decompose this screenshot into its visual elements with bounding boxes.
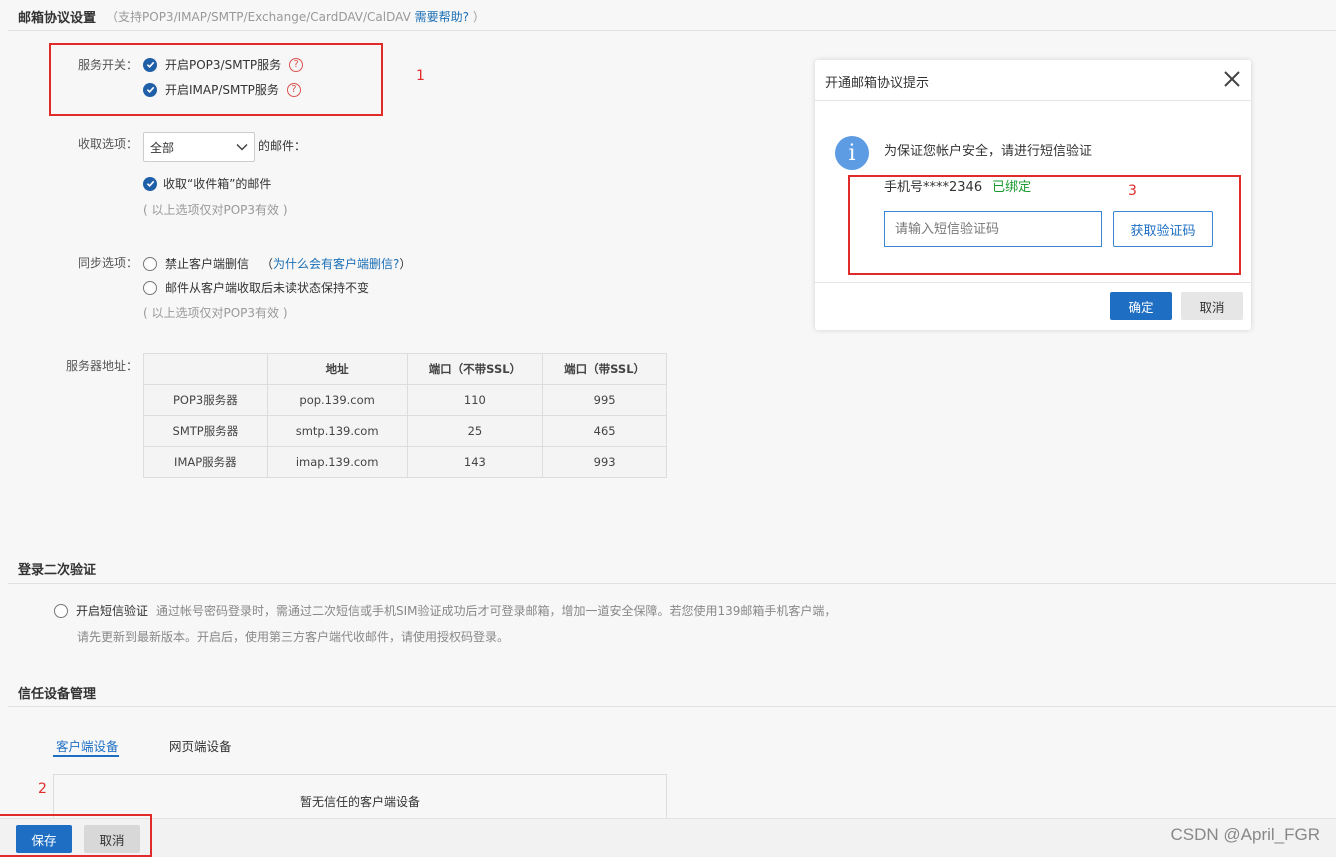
trusted-devices-title: 信任设备管理: [18, 687, 97, 702]
modal-cancel-button[interactable]: 取消: [1181, 292, 1243, 320]
table-cell: POP3服务器: [143, 384, 268, 416]
modal-message: 为保证您帐户安全，请进行短信验证: [884, 144, 1093, 159]
footer-bar: [0, 818, 1336, 857]
chevron-down-icon: [236, 143, 248, 151]
section-subtitle: （支持POP3/IMAP/SMTP/Exchange/CardDAV/CalDA…: [106, 8, 485, 25]
sms-verify-radio[interactable]: 开启短信验证 通过帐号密码登录时，需通过二次短信或手机SIM验证成功后才可登录邮…: [54, 602, 836, 619]
table-row: SMTP服务器 smtp.139.com 25 465: [143, 415, 667, 447]
keep-unread-label: 邮件从客户端收取后未读状态保持不变: [165, 281, 370, 295]
table-cell: IMAP服务器: [143, 446, 268, 478]
select-value: 全部: [150, 140, 175, 155]
modal-footer-divider: [815, 282, 1251, 283]
checked-icon[interactable]: [143, 176, 157, 191]
receive-note: ( 以上选项仅对POP3有效 ): [143, 203, 288, 217]
confirm-button[interactable]: 确定: [1110, 292, 1172, 320]
tab-client-devices[interactable]: 客户端设备: [56, 736, 119, 755]
table-row: IMAP服务器 imap.139.com 143 993: [143, 446, 667, 478]
keep-unread-radio[interactable]: 邮件从客户端收取后未读状态保持不变: [143, 279, 369, 296]
column-header: [143, 353, 268, 385]
disable-delete-label: 禁止客户端删信: [165, 257, 250, 271]
why-link-wrap: （为什么会有客户端删信?）: [261, 255, 411, 272]
receive-scope-select[interactable]: 全部: [143, 132, 255, 162]
annotation-box-1: [49, 43, 383, 116]
sms-verify-desc-2: 请先更新到最新版本。开启后，使用第三方客户端代收邮件，请使用授权码登录。: [77, 630, 510, 644]
disable-delete-radio[interactable]: 禁止客户端删信 （为什么会有客户端删信?）: [143, 255, 411, 272]
table-cell: smtp.139.com: [266, 415, 408, 447]
sync-note: ( 以上选项仅对POP3有效 ): [143, 306, 288, 320]
annotation-number-1: 1: [416, 68, 425, 84]
inbox-checkbox[interactable]: 收取“收件箱”的邮件: [143, 175, 271, 192]
annotation-number-3: 3: [1128, 183, 1137, 199]
radio-icon[interactable]: [143, 280, 157, 295]
table-cell: 993: [542, 446, 667, 478]
table-cell: imap.139.com: [266, 446, 408, 478]
active-tab-underline: [53, 755, 119, 757]
inbox-checkbox-label: 收取“收件箱”的邮件: [163, 177, 272, 191]
annotation-box-2: [0, 814, 152, 857]
receive-options-label: 收取选项：: [78, 137, 139, 151]
subtitle-text: （支持POP3/IMAP/SMTP/Exchange/CardDAV/CalDA…: [106, 10, 411, 24]
paren-close: ）: [399, 257, 412, 271]
table-cell: 995: [542, 384, 667, 416]
section-title: 邮箱协议设置: [18, 11, 97, 26]
info-icon: i: [835, 136, 869, 170]
table-cell: 465: [542, 415, 667, 447]
section-divider: [8, 583, 1336, 584]
paren-open: （: [261, 257, 274, 271]
radio-icon[interactable]: [143, 256, 157, 271]
modal-title: 开通邮箱协议提示: [825, 76, 930, 91]
table-cell: 110: [406, 384, 544, 416]
close-icon[interactable]: [1221, 68, 1243, 90]
table-cell: 143: [406, 446, 544, 478]
why-delete-link[interactable]: 为什么会有客户端删信?: [273, 257, 399, 271]
annotation-box-3: [848, 175, 1241, 275]
column-header: 地址: [266, 353, 408, 385]
column-header: 端口（带SSL）: [542, 353, 667, 385]
table-cell: 25: [406, 415, 544, 447]
two-step-title: 登录二次验证: [18, 563, 97, 578]
sms-verify-desc-1: 通过帐号密码登录时，需通过二次短信或手机SIM验证成功后才可登录邮箱，增加一道安…: [156, 604, 837, 618]
modal-header-divider: [815, 100, 1251, 101]
table-cell: SMTP服务器: [143, 415, 268, 447]
protocol-section-header: 邮箱协议设置 （支持POP3/IMAP/SMTP/Exchange/CardDA…: [18, 7, 485, 26]
table-header-row: 地址 端口（不带SSL） 端口（带SSL）: [143, 353, 667, 385]
sms-verify-label: 开启短信验证: [76, 604, 149, 618]
annotation-number-2: 2: [38, 781, 47, 797]
empty-devices-text: 暂无信任的客户端设备: [299, 795, 420, 809]
table-cell: pop.139.com: [266, 384, 408, 416]
section-divider: [8, 30, 1336, 31]
select-suffix: 的邮件：: [258, 139, 307, 153]
server-table: 地址 端口（不带SSL） 端口（带SSL） POP3服务器 pop.139.co…: [143, 353, 667, 478]
server-address-label: 服务器地址：: [66, 359, 139, 373]
subtitle-suffix: ）: [472, 10, 485, 24]
section-divider: [8, 706, 1336, 707]
sync-options-label: 同步选项：: [78, 256, 139, 270]
table-row: POP3服务器 pop.139.com 110 995: [143, 384, 667, 416]
tab-web-devices[interactable]: 网页端设备: [169, 736, 232, 755]
radio-icon[interactable]: [54, 603, 68, 618]
column-header: 端口（不带SSL）: [406, 353, 544, 385]
help-link[interactable]: 需要帮助?: [415, 10, 469, 24]
watermark-text: CSDN @April_FGR: [1170, 825, 1321, 844]
